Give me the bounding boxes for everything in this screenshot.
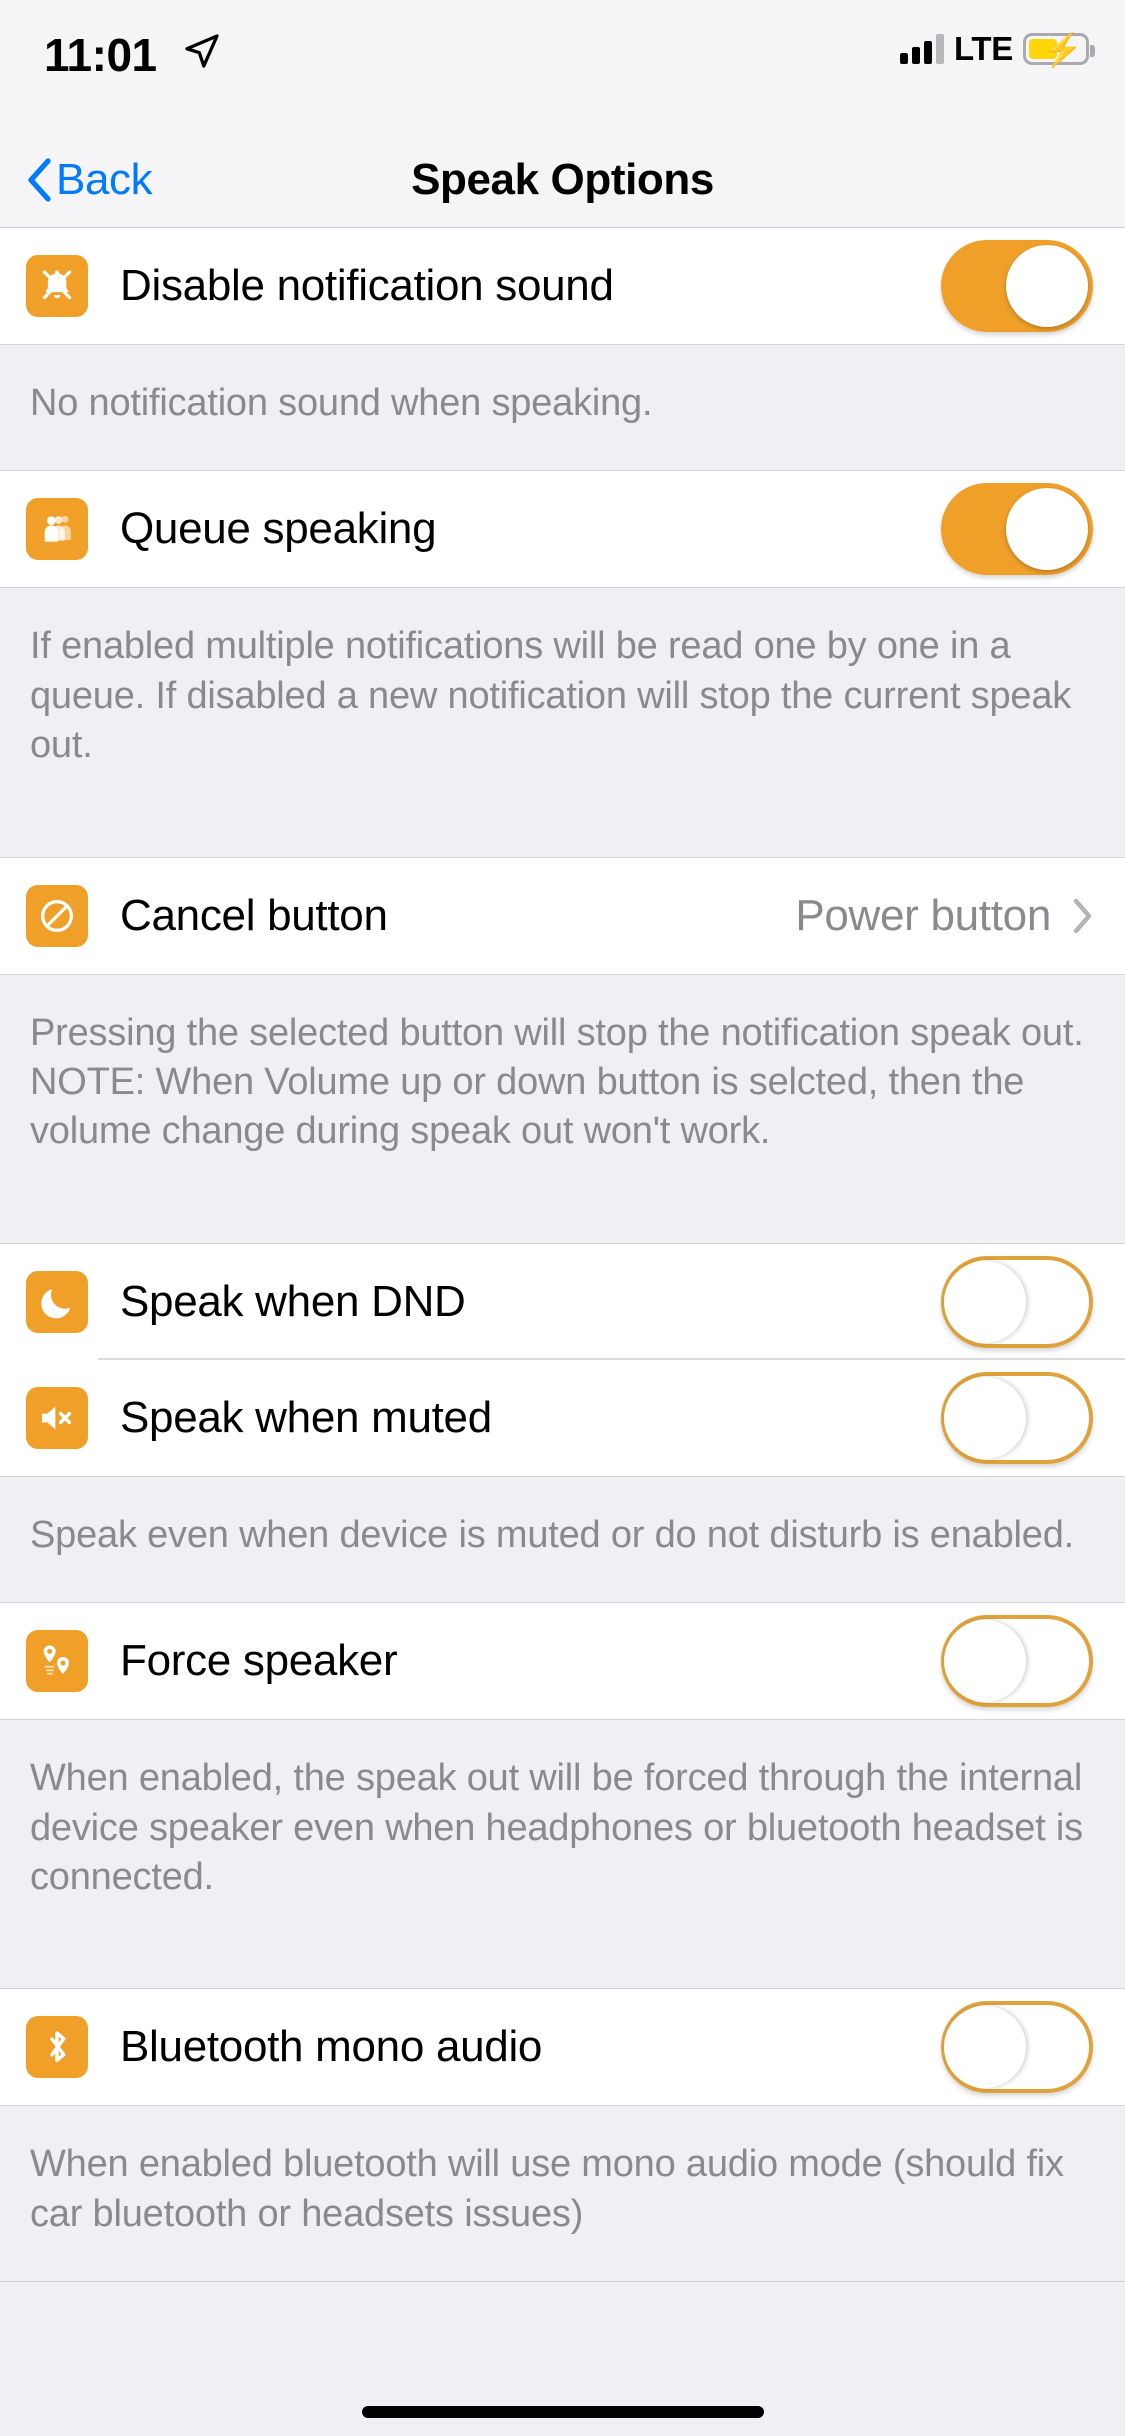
row-label: Force speaker <box>120 1636 398 1686</box>
status-bar: 11:01 LTE ⚡ <box>0 0 1125 132</box>
battery-charging-icon: ⚡ <box>1023 31 1095 68</box>
speaker-mute-icon <box>26 1386 88 1449</box>
toggle-knob <box>944 1376 1026 1459</box>
row-label: Disable notification sound <box>120 261 614 310</box>
map-pins-icon <box>26 1630 88 1693</box>
location-arrow-icon <box>185 34 219 68</box>
navigation-bar: Back Speak Options <box>0 132 1125 228</box>
footer-text: Speak even when device is muted or do no… <box>30 1513 1075 1556</box>
toggle-disable-notification-sound[interactable] <box>941 240 1093 332</box>
footer-text: If enabled multiple notifications will b… <box>30 625 1072 767</box>
status-bar-time: 11:01 <box>44 29 157 81</box>
footer-bluetooth-mono-audio: When enabled bluetooth will use mono aud… <box>0 2105 1125 2283</box>
footer-speak-when: Speak even when device is muted or do no… <box>0 1475 1125 1604</box>
lightning-bolt-icon: ⚡ <box>1042 31 1084 68</box>
footer-cancel-button: Pressing the selected button will stop t… <box>0 973 1125 1244</box>
row-label: Speak when DND <box>120 1276 466 1326</box>
toggle-force-speaker[interactable] <box>941 1615 1093 1708</box>
page-title: Speak Options <box>411 155 714 204</box>
row-cancel-button[interactable]: Cancel button Power button <box>0 857 1125 974</box>
row-queue-speaking[interactable]: Queue speaking <box>0 471 1125 588</box>
row-label: Speak when muted <box>120 1392 492 1442</box>
row-disable-notification-sound[interactable]: Disable notification sound <box>0 228 1125 344</box>
section-force-speaker: Force speaker <box>0 1603 1125 1720</box>
section-queue-speaking: Queue speaking <box>0 471 1125 588</box>
footer-text: Pressing the selected button will stop t… <box>30 1011 1084 1153</box>
cancel-button-value: Power button <box>795 890 1051 940</box>
footer-disable-notification-sound: No notification sound when speaking. <box>0 344 1125 472</box>
section-cancel-button: Cancel button Power button <box>0 857 1125 974</box>
section-disable-notification-sound: Disable notification sound <box>0 228 1125 344</box>
footer-text: No notification sound when speaking. <box>30 382 653 424</box>
footer-force-speaker: When enabled, the speak out will be forc… <box>0 1719 1125 1990</box>
footer-text: When enabled bluetooth will use mono aud… <box>30 2143 1064 2235</box>
row-speak-when-dnd[interactable]: Speak when DND <box>0 1243 1125 1360</box>
row-force-speaker[interactable]: Force speaker <box>0 1603 1125 1720</box>
toggle-knob <box>944 1620 1026 1703</box>
bell-slash-icon <box>26 255 88 317</box>
chevron-right-icon <box>1073 898 1092 933</box>
carrier-label: LTE <box>954 30 1013 67</box>
section-bluetooth-mono-audio: Bluetooth mono audio <box>0 1989 1125 2106</box>
toggle-knob <box>944 2006 1026 2089</box>
toggle-knob <box>1006 245 1088 327</box>
row-label: Bluetooth mono audio <box>120 2022 543 2072</box>
moon-icon <box>26 1270 88 1333</box>
row-bluetooth-mono-audio[interactable]: Bluetooth mono audio <box>0 1989 1125 2106</box>
status-bar-right: LTE ⚡ <box>900 30 1095 68</box>
section-speak-when: Speak when DND Speak when muted <box>0 1243 1125 1476</box>
row-label: Queue speaking <box>120 504 437 554</box>
row-label: Cancel button <box>120 890 388 940</box>
toggle-bluetooth-mono-audio[interactable] <box>941 2001 1093 2094</box>
row-speak-when-muted[interactable]: Speak when muted <box>0 1359 1125 1476</box>
footer-text: When enabled, the speak out will be forc… <box>30 1757 1083 1898</box>
phone-screen: 11:01 LTE ⚡ Back Speak Options Disable n… <box>0 0 1125 2436</box>
footer-queue-speaking: If enabled multiple notifications will b… <box>0 587 1125 858</box>
toggle-knob <box>1006 488 1088 571</box>
bluetooth-icon <box>26 2016 88 2079</box>
toggle-queue-speaking[interactable] <box>941 483 1093 576</box>
toggle-knob <box>944 1260 1026 1343</box>
cellular-signal-icon <box>900 34 945 64</box>
toggle-speak-when-muted[interactable] <box>941 1371 1093 1464</box>
people-queue-icon <box>26 498 88 561</box>
home-indicator[interactable] <box>361 2406 764 2418</box>
prohibited-circle-icon <box>26 884 88 947</box>
toggle-speak-when-dnd[interactable] <box>941 1255 1093 1348</box>
